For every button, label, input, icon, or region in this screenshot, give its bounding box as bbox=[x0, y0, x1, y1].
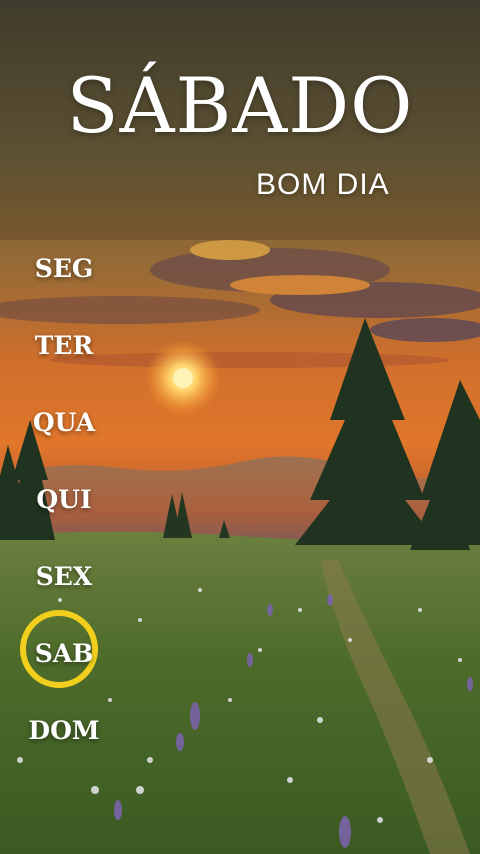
weekday-qua: QUA bbox=[32, 408, 96, 437]
weekday-sab: SAB bbox=[34, 639, 94, 668]
weekday-list: SEG TER QUA QUI SEX SAB DOM bbox=[0, 0, 140, 854]
weekday-seg: SEG bbox=[34, 254, 94, 283]
weekday-ter: TER bbox=[34, 331, 94, 360]
weekday-qui: QUI bbox=[36, 485, 92, 514]
weekday-dom: DOM bbox=[28, 716, 100, 745]
page-subtitle: BOM DIA bbox=[256, 168, 390, 201]
weekday-sex: SEX bbox=[35, 562, 93, 591]
